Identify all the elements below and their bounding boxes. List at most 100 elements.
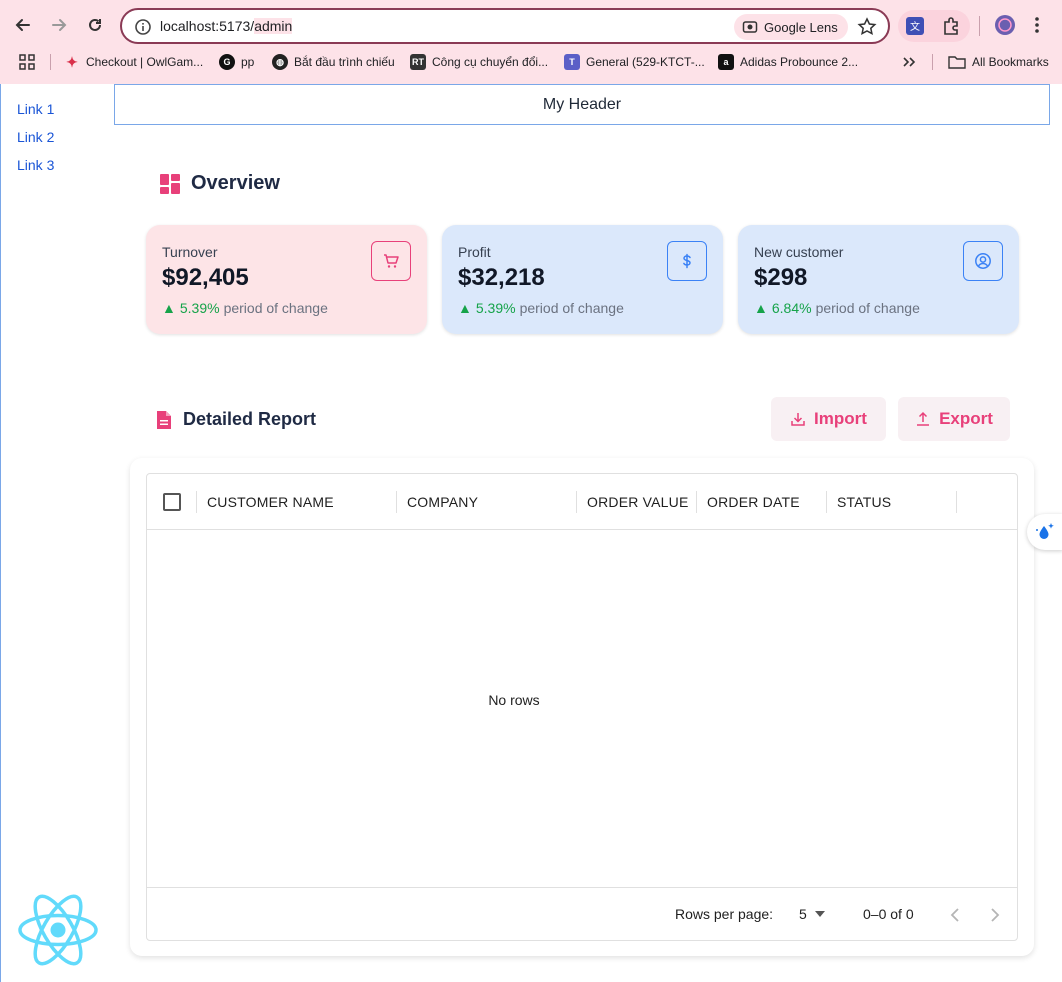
rt-icon: RT — [410, 54, 426, 70]
header-title: My Header — [542, 95, 622, 113]
card-change: ▲ 5.39% period of change — [458, 300, 624, 316]
column-separator — [196, 491, 197, 513]
bookmark-label: General (529-KTCT-... — [586, 55, 705, 69]
column-separator — [956, 491, 957, 513]
forward-arrow-icon — [52, 19, 67, 31]
export-button[interactable]: Export — [898, 397, 1010, 441]
chevron-left-icon — [950, 908, 959, 922]
sidebar-link-2[interactable]: Link 2 — [17, 129, 54, 145]
column-separator — [696, 491, 697, 513]
card-label: Turnover — [162, 244, 218, 260]
grid-header-row: CUSTOMER NAME COMPANY ORDER VALUE ORDER … — [147, 474, 1017, 530]
url-path: admin — [254, 18, 293, 34]
profit-card: Profit $32,218 ▲ 5.39% period of change — [442, 225, 723, 334]
back-button[interactable] — [10, 12, 36, 38]
next-page-button[interactable] — [984, 904, 1006, 926]
bookmark-item[interactable]: ✦ Checkout | OwlGam... — [64, 50, 203, 74]
dollar-icon — [683, 253, 691, 269]
all-bookmarks-button[interactable]: All Bookmarks — [948, 50, 1049, 74]
column-header-company[interactable]: COMPANY — [407, 474, 478, 530]
more-bookmarks-chevron-icon[interactable] — [902, 56, 916, 68]
rows-per-page-select[interactable]: 5 — [799, 906, 825, 922]
export-label: Export — [939, 409, 993, 428]
column-header-order-value[interactable]: ORDER VALUE — [587, 474, 689, 530]
app-root: Link 1 Link 2 Link 3 My Header Overview … — [0, 84, 1062, 982]
column-header-label: CUSTOMER NAME — [207, 494, 334, 510]
column-header-label: ORDER DATE — [707, 494, 800, 510]
user-circle-icon — [975, 253, 991, 269]
pagination-range: 0–0 of 0 — [863, 906, 914, 922]
all-bookmarks-label: All Bookmarks — [972, 55, 1049, 69]
card-label: New customer — [754, 244, 844, 260]
card-icon-button[interactable] — [963, 241, 1003, 281]
bookmark-label: Công cụ chuyển đổi... — [432, 55, 549, 69]
select-all-checkbox[interactable] — [163, 493, 181, 511]
previous-page-button[interactable] — [944, 904, 966, 926]
card-value: $32,218 — [458, 264, 545, 291]
sidebar-link-3[interactable]: Link 3 — [17, 157, 54, 173]
chevron-right-icon — [991, 908, 1000, 922]
folder-icon — [948, 56, 966, 69]
report-panel: CUSTOMER NAME COMPANY ORDER VALUE ORDER … — [130, 458, 1034, 956]
report-title: Detailed Report — [183, 409, 317, 429]
column-header-status[interactable]: STATUS — [837, 474, 891, 530]
profile-avatar-icon[interactable] — [994, 14, 1016, 36]
site-info-icon[interactable] — [134, 18, 152, 36]
bookmark-label: Adidas Probounce 2... — [740, 55, 859, 69]
bookmark-label: Bắt đầu trình chiếu — [294, 55, 395, 69]
lens-icon — [742, 21, 758, 33]
card-icon-button[interactable] — [371, 241, 411, 281]
card-change-suffix: period of change — [815, 300, 920, 316]
overview-title: Overview — [191, 172, 280, 194]
bookmark-item[interactable]: Gpp — [219, 50, 254, 74]
card-icon-button[interactable] — [667, 241, 707, 281]
extensions-puzzle-icon[interactable] — [940, 15, 962, 37]
column-header-order-date[interactable]: ORDER DATE — [707, 474, 800, 530]
column-separator — [826, 491, 827, 513]
toolbar-divider — [979, 16, 980, 36]
cart-icon — [384, 254, 399, 268]
menu-kebab-icon[interactable] — [1034, 16, 1040, 34]
page-header: My Header — [114, 84, 1050, 125]
card-change-suffix: period of change — [519, 300, 624, 316]
column-header-label: COMPANY — [407, 494, 479, 510]
url-text[interactable]: localhost:5173/admin — [160, 18, 293, 34]
export-icon — [917, 411, 930, 426]
bookmark-item[interactable]: a Adidas Probounce 2... — [718, 50, 858, 74]
bookmark-label: pp — [241, 55, 255, 69]
data-grid: CUSTOMER NAME COMPANY ORDER VALUE ORDER … — [146, 473, 1018, 941]
import-icon — [791, 413, 805, 426]
translate-extension-icon[interactable]: 文 — [904, 15, 926, 37]
bookmark-label: Checkout | OwlGam... — [86, 55, 204, 69]
bookmark-star-icon[interactable] — [856, 16, 878, 38]
card-change: ▲ 6.84% period of change — [754, 300, 920, 316]
bookmark-item[interactable]: ◍ Bắt đầu trình chiếu — [272, 50, 395, 74]
bookmark-item[interactable]: T General (529-KTCT-... — [564, 50, 705, 74]
import-label: Import — [814, 409, 867, 428]
back-arrow-icon — [15, 19, 30, 31]
address-bar[interactable]: localhost:5173/admin Google Lens — [120, 8, 890, 44]
adidas-icon: a — [718, 54, 734, 70]
url-host: localhost:5173/ — [160, 18, 255, 34]
google-lens-button[interactable]: Google Lens — [734, 14, 848, 40]
column-header-customer-name[interactable]: CUSTOMER NAME — [207, 474, 334, 530]
up-triangle-icon: ▲ — [458, 300, 472, 316]
floating-assistant-button[interactable] — [1027, 514, 1062, 550]
card-value: $298 — [754, 264, 808, 291]
reload-button[interactable] — [82, 12, 108, 38]
browser-toolbar: localhost:5173/admin Google Lens 文 ✦ Chec… — [0, 0, 1062, 84]
sidebar-link-1[interactable]: Link 1 — [17, 101, 54, 117]
g-logo-icon: G — [219, 54, 235, 70]
bookmark-item[interactable]: RT Công cụ chuyển đổi... — [410, 50, 548, 74]
react-logo-icon — [18, 894, 98, 966]
card-value: $92,405 — [162, 264, 249, 291]
column-separator — [396, 491, 397, 513]
import-button[interactable]: Import — [771, 397, 886, 441]
grid-pagination: Rows per page: 5 0–0 of 0 — [147, 887, 1017, 941]
forward-button[interactable] — [46, 12, 72, 38]
apps-grid-icon[interactable] — [19, 54, 35, 70]
card-label: Profit — [458, 244, 491, 260]
sparkle-drop-icon — [1036, 523, 1054, 539]
rows-per-page-label: Rows per page: — [675, 906, 774, 922]
dashboard-icon — [160, 173, 180, 194]
